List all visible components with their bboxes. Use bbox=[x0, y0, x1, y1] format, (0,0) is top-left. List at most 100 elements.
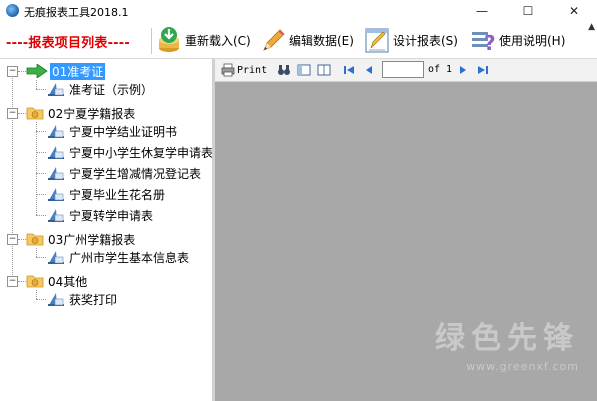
layout-icon bbox=[317, 64, 331, 76]
design-report-button[interactable]: 设计报表(S) bbox=[364, 24, 458, 56]
design-report-button-label: 设计报表(S) bbox=[393, 33, 458, 48]
tree-connector bbox=[36, 194, 46, 195]
prev-page-icon bbox=[366, 66, 372, 74]
report-list-heading: ----报表项目列表---- bbox=[6, 36, 130, 51]
tree-item[interactable]: 准考证（示例） bbox=[47, 80, 153, 98]
binoculars-icon bbox=[278, 65, 290, 75]
tree-item[interactable]: 获奖打印 bbox=[47, 290, 117, 308]
tree-connector bbox=[36, 248, 37, 257]
tree-group-label: 02宁夏学籍报表 bbox=[48, 106, 136, 121]
last-page-button[interactable] bbox=[477, 62, 489, 78]
app-logo-icon bbox=[6, 4, 19, 17]
help-icon: ? bbox=[472, 31, 496, 54]
tree-connector bbox=[18, 281, 26, 282]
tree-group-02[interactable]: 02宁夏学籍报表 bbox=[26, 104, 135, 122]
title-bar: 无痕报表工具2018.1 — ☐ ✕ bbox=[0, 0, 597, 22]
window-title: 无痕报表工具2018.1 bbox=[24, 6, 129, 19]
tree-item[interactable]: 广州市学生基本信息表 bbox=[47, 248, 189, 266]
tree-expander[interactable]: − bbox=[7, 66, 18, 77]
print-button[interactable]: Print bbox=[221, 62, 267, 78]
tree-item[interactable]: 宁夏毕业生花名册 bbox=[47, 185, 165, 203]
report-file-icon bbox=[48, 209, 64, 222]
tree-connector bbox=[12, 73, 13, 281]
first-page-icon bbox=[344, 66, 354, 74]
report-file-icon bbox=[48, 83, 64, 96]
tree-item-label: 宁夏毕业生花名册 bbox=[69, 187, 166, 202]
tree-connector bbox=[18, 113, 26, 114]
next-page-icon bbox=[460, 66, 466, 74]
tree-group-03[interactable]: 03广州学籍报表 bbox=[26, 230, 135, 248]
tree-group-label: 03广州学籍报表 bbox=[48, 232, 136, 247]
report-preview-area[interactable]: 绿色先锋 www.greenxf.com bbox=[215, 82, 597, 401]
report-file-icon bbox=[48, 167, 64, 180]
green-arrow-icon bbox=[26, 64, 48, 78]
print-label: Print bbox=[237, 64, 268, 76]
report-file-icon bbox=[48, 125, 64, 138]
tree-connector bbox=[36, 290, 37, 299]
tree-connector bbox=[36, 173, 46, 174]
minimize-button[interactable]: — bbox=[459, 0, 505, 22]
prev-page-button[interactable] bbox=[363, 62, 375, 78]
report-file-icon bbox=[48, 188, 64, 201]
main-toolbar: ----报表项目列表---- 重新载入(C) 编辑数据(E) 设计报表(S) ?… bbox=[0, 22, 597, 59]
folder-icon bbox=[26, 275, 44, 288]
toolbar-scroll-up-icon[interactable]: ▲ bbox=[588, 22, 595, 32]
reload-button[interactable]: 重新载入(C) bbox=[156, 24, 251, 56]
tree-group-label: 04其他 bbox=[48, 274, 88, 289]
maximize-button[interactable]: ☐ bbox=[505, 0, 551, 22]
tree-item-label: 宁夏学生增减情况登记表 bbox=[69, 166, 202, 181]
report-file-icon bbox=[48, 251, 64, 264]
tree-group-label: 01准考证 bbox=[50, 62, 106, 80]
svg-text:?: ? bbox=[484, 31, 496, 54]
page-setup-button[interactable] bbox=[297, 62, 311, 78]
tree-item-label: 广州市学生基本信息表 bbox=[69, 250, 190, 265]
tree-item[interactable]: 宁夏中小学生休复学申请表 bbox=[47, 143, 214, 161]
help-button-label: 使用说明(H) bbox=[499, 33, 566, 48]
edit-data-button[interactable]: 编辑数据(E) bbox=[260, 24, 354, 56]
report-tree: − 01准考证 准考证（示例） − 02宁夏学籍报表 宁夏中学结业证明书 宁夏中… bbox=[0, 59, 215, 401]
tree-connector bbox=[36, 89, 46, 90]
page-setup-icon bbox=[297, 64, 311, 76]
tree-expander[interactable]: − bbox=[7, 276, 18, 287]
help-button[interactable]: ? 使用说明(H) bbox=[470, 24, 565, 56]
tree-item[interactable]: 宁夏转学申请表 bbox=[47, 206, 153, 224]
reload-button-label: 重新载入(C) bbox=[185, 33, 251, 48]
folder-icon bbox=[26, 233, 44, 246]
close-button[interactable]: ✕ bbox=[551, 0, 597, 22]
page-number-input[interactable] bbox=[382, 61, 424, 78]
tree-group-01[interactable]: 01准考证 bbox=[26, 62, 106, 80]
toolbar-separator bbox=[151, 28, 152, 54]
folder-icon bbox=[26, 107, 44, 120]
tree-connector bbox=[36, 215, 46, 216]
tree-expander[interactable]: − bbox=[7, 234, 18, 245]
tree-group-04[interactable]: 04其他 bbox=[26, 272, 87, 290]
tree-item-label: 获奖打印 bbox=[69, 292, 118, 307]
edit-data-button-label: 编辑数据(E) bbox=[289, 33, 354, 48]
first-page-button[interactable] bbox=[343, 62, 355, 78]
report-file-icon bbox=[48, 146, 64, 159]
next-page-button[interactable] bbox=[457, 62, 469, 78]
layout-button[interactable] bbox=[317, 62, 331, 78]
tree-connector bbox=[36, 122, 37, 215]
last-page-icon bbox=[478, 66, 488, 74]
tree-connector bbox=[36, 80, 37, 89]
report-file-icon bbox=[48, 293, 64, 306]
report-viewer: Print of 1 绿色先锋 www.greenxf.com bbox=[215, 59, 597, 401]
find-button[interactable] bbox=[277, 62, 291, 78]
page-count-label: of 1 bbox=[428, 64, 453, 75]
tree-connector bbox=[18, 71, 26, 72]
tree-connector bbox=[36, 299, 46, 300]
tree-item[interactable]: 宁夏学生增减情况登记表 bbox=[47, 164, 201, 182]
watermark-url: www.greenxf.com bbox=[466, 360, 579, 373]
tree-item[interactable]: 宁夏中学结业证明书 bbox=[47, 122, 177, 140]
watermark-text: 绿色先锋 bbox=[435, 321, 579, 356]
tree-item-label: 宁夏中学结业证明书 bbox=[69, 124, 178, 139]
printer-icon bbox=[221, 63, 235, 77]
tree-connector bbox=[18, 239, 26, 240]
tree-connector bbox=[36, 257, 46, 258]
tree-item-label: 宁夏转学申请表 bbox=[69, 208, 154, 223]
viewer-toolbar: Print of 1 bbox=[215, 59, 597, 82]
tree-connector bbox=[36, 152, 46, 153]
tree-expander[interactable]: − bbox=[7, 108, 18, 119]
tree-item-label: 宁夏中小学生休复学申请表 bbox=[69, 145, 214, 160]
